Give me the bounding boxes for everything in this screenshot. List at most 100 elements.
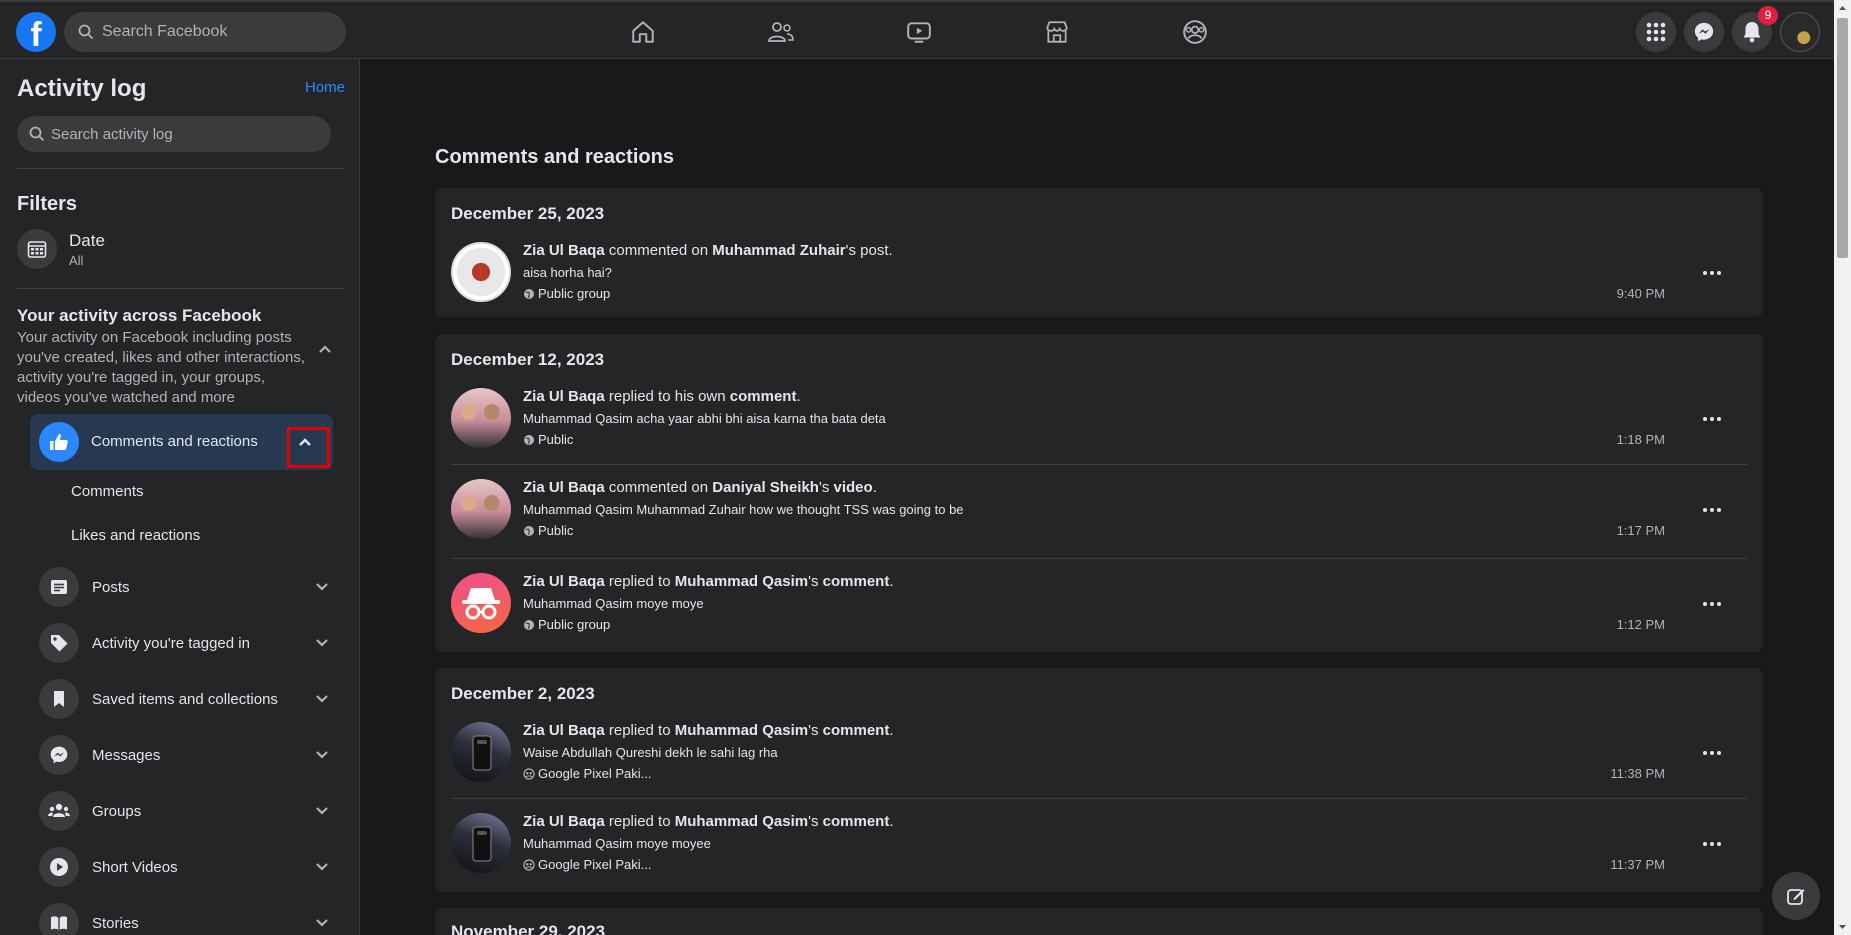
more-options-button[interactable] xyxy=(1697,495,1727,525)
entry-headline[interactable]: Zia Ul Baqa commented on Muhammad Zuhair… xyxy=(523,242,893,259)
messenger-icon xyxy=(1694,22,1714,42)
facebook-search-input[interactable]: Search Facebook xyxy=(64,12,346,52)
sidebar-item-messages[interactable]: Messages xyxy=(39,733,329,777)
page-scrollbar[interactable] xyxy=(1834,0,1851,935)
collapse-comments-and-reactions-button[interactable] xyxy=(298,437,312,447)
more-options-button[interactable] xyxy=(1697,829,1727,859)
chevron-down-icon[interactable] xyxy=(315,694,329,704)
more-icon xyxy=(1703,751,1721,755)
sidebar-item-stories[interactable]: Stories xyxy=(39,901,329,935)
play-icon xyxy=(39,847,79,887)
date-filter-value: All xyxy=(69,252,84,268)
top-navigation-bar: f Search Facebook 9 xyxy=(0,0,1834,59)
activity-log-sidebar: Activity log Home Search activity log Fi… xyxy=(0,59,360,935)
thumbs-up-icon xyxy=(39,422,79,462)
sidebar-item-label: Posts xyxy=(92,578,130,596)
activity-description: Your activity on Facebook including post… xyxy=(17,329,306,406)
group-date: December 25, 2023 xyxy=(451,204,605,223)
entry-audience: Google Pixel Paki... xyxy=(523,766,651,781)
phone-image-icon xyxy=(472,735,492,771)
entry-thumbnail[interactable] xyxy=(451,573,511,633)
more-options-button[interactable] xyxy=(1697,258,1727,288)
entry-thumbnail[interactable] xyxy=(451,479,511,539)
sidebar-item-label: Messages xyxy=(92,746,161,764)
more-options-button[interactable] xyxy=(1697,738,1727,768)
sidebar-item-short-videos[interactable]: Short Videos xyxy=(39,845,329,889)
scroll-up-arrow-icon[interactable] xyxy=(1834,0,1851,16)
globe-icon xyxy=(524,288,534,299)
chevron-down-icon[interactable] xyxy=(315,582,329,592)
sidebar-item-label: Comments and reactions xyxy=(91,433,258,450)
entry-headline[interactable]: Zia Ul Baqa replied to Muhammad Qasim's … xyxy=(523,722,894,739)
messenger-icon xyxy=(39,735,79,775)
menu-grid-button[interactable] xyxy=(1636,12,1676,52)
watch-icon[interactable] xyxy=(903,16,935,48)
chevron-down-icon[interactable] xyxy=(315,638,329,648)
sidebar-item-saved-items[interactable]: Saved items and collections xyxy=(39,677,329,721)
sidebar-item-label: Short Videos xyxy=(92,858,178,876)
scroll-down-arrow-icon[interactable] xyxy=(1834,919,1851,935)
book-icon xyxy=(39,903,79,935)
more-options-button[interactable] xyxy=(1697,589,1727,619)
messenger-button[interactable] xyxy=(1684,12,1724,52)
collapse-activity-button[interactable] xyxy=(318,344,332,354)
sidebar-subitem-comments[interactable]: Comments xyxy=(71,483,144,500)
entry-thumbnail[interactable] xyxy=(451,813,511,873)
page-title: Activity log xyxy=(17,75,147,102)
globe-icon xyxy=(524,619,534,630)
home-link[interactable]: Home xyxy=(305,79,345,96)
sidebar-item-activity-tagged[interactable]: Activity you're tagged in xyxy=(39,621,329,665)
entry-headline[interactable]: Zia Ul Baqa commented on Daniyal Sheikh'… xyxy=(523,479,877,496)
divider xyxy=(17,288,345,289)
notifications-button[interactable]: 9 xyxy=(1732,6,1778,52)
groups-icon xyxy=(39,791,79,831)
entry-thumbnail[interactable] xyxy=(451,242,511,302)
entry-headline[interactable]: Zia Ul Baqa replied to Muhammad Qasim's … xyxy=(523,813,894,830)
entry-thumbnail[interactable] xyxy=(451,388,511,448)
search-icon xyxy=(29,126,45,142)
chevron-down-icon[interactable] xyxy=(315,750,329,760)
entry-audience: Public group xyxy=(523,617,610,632)
entry-headline[interactable]: Zia Ul Baqa replied to Muhammad Qasim's … xyxy=(523,573,894,590)
account-avatar[interactable] xyxy=(1780,12,1820,52)
group-date: December 12, 2023 xyxy=(451,350,605,369)
sidebar-subitem-likes-and-reactions[interactable]: Likes and reactions xyxy=(71,527,200,544)
marketplace-icon[interactable] xyxy=(1041,16,1073,48)
scrollbar-thumb[interactable] xyxy=(1837,18,1848,258)
friends-icon[interactable] xyxy=(765,16,797,48)
search-icon xyxy=(78,24,94,40)
entry-audience: Public xyxy=(523,523,573,538)
group-date: December 2, 2023 xyxy=(451,684,595,703)
grid-icon xyxy=(1646,22,1666,42)
sidebar-item-groups[interactable]: Groups xyxy=(39,789,329,833)
more-icon xyxy=(1703,417,1721,421)
facebook-logo[interactable]: f xyxy=(16,12,56,52)
chevron-down-icon[interactable] xyxy=(315,862,329,872)
chevron-down-icon[interactable] xyxy=(315,806,329,816)
activity-date-group: December 2, 2023 Zia Ul Baqa replied to … xyxy=(435,668,1763,892)
date-filter[interactable]: Date All xyxy=(17,229,105,269)
activity-search-input[interactable]: Search activity log xyxy=(17,116,331,152)
sidebar-item-posts[interactable]: Posts xyxy=(39,565,329,609)
globe-icon xyxy=(524,434,534,445)
more-options-button[interactable] xyxy=(1697,404,1727,434)
entry-thumbnail[interactable] xyxy=(451,722,511,782)
entry-text: Muhammad Qasim Muhammad Zuhair how we th… xyxy=(523,502,964,517)
chevron-down-icon[interactable] xyxy=(315,918,329,928)
entry-time: 1:12 PM xyxy=(1616,617,1665,632)
home-icon[interactable] xyxy=(627,16,659,48)
new-message-button[interactable] xyxy=(1772,872,1820,920)
entry-time: 1:18 PM xyxy=(1616,432,1665,447)
group-date: November 29, 2023 xyxy=(451,922,606,935)
entry-text: Muhammad Qasim moye moyee xyxy=(523,836,711,851)
entry-headline[interactable]: Zia Ul Baqa replied to his own comment. xyxy=(523,388,801,405)
highlight-box xyxy=(287,427,330,468)
search-placeholder: Search activity log xyxy=(51,125,173,143)
phone-image-icon xyxy=(472,826,492,862)
activity-date-group: December 12, 2023 Zia Ul Baqa replied to… xyxy=(435,334,1763,652)
tag-icon xyxy=(39,623,79,663)
incognito-icon xyxy=(462,588,500,620)
posts-icon xyxy=(39,567,79,607)
groups-icon[interactable] xyxy=(1179,16,1211,48)
activity-entry: Zia Ul Baqa replied to Muhammad Qasim's … xyxy=(451,798,1747,892)
